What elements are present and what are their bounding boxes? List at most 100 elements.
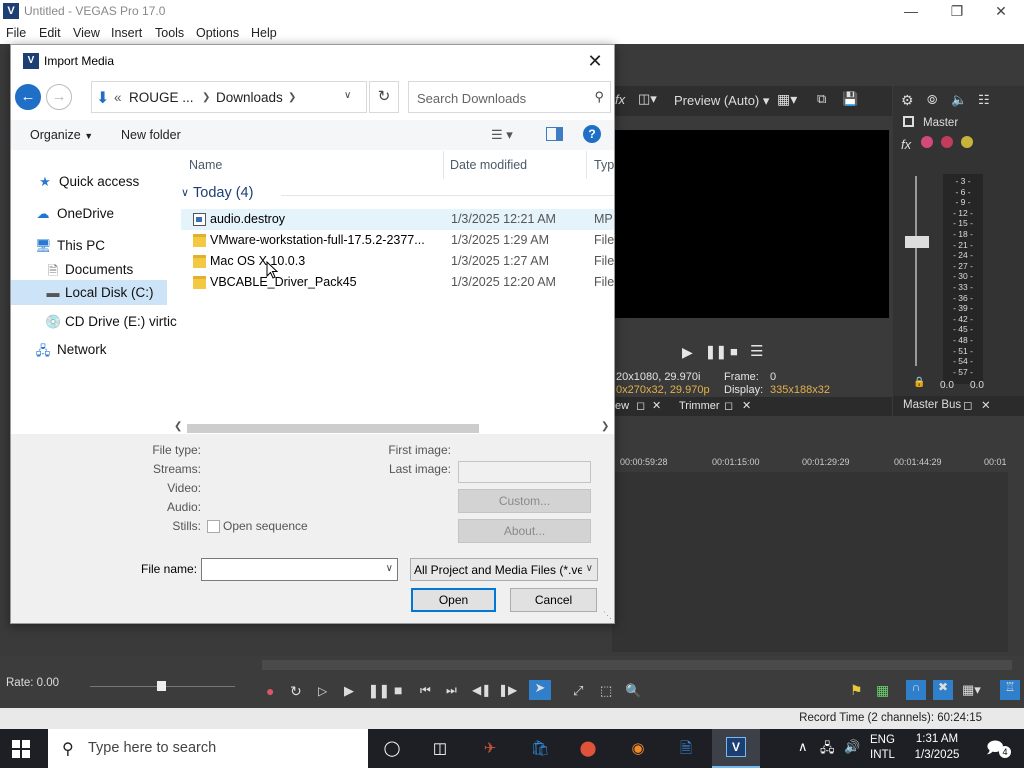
play-icon[interactable]: ▶ — [682, 344, 693, 361]
menu-edit[interactable]: Edit — [39, 26, 61, 40]
change-view-icon[interactable]: ☰ ▾ — [491, 127, 513, 143]
nav-this-pc[interactable]: 🖥 This PC — [35, 235, 177, 257]
master-checkbox[interactable] — [903, 116, 914, 127]
transport-play-icon[interactable]: ▶ — [344, 683, 354, 699]
cancel-button[interactable]: Cancel — [510, 588, 597, 612]
taskbar-search-box[interactable]: ⚲ Type here to search — [48, 729, 368, 768]
column-type[interactable]: Typ — [594, 158, 614, 172]
chevron-down-icon[interactable]: ∨ — [386, 563, 393, 574]
game-app-icon[interactable]: ✈ — [478, 737, 502, 761]
chevron-up-icon[interactable]: ∧ — [798, 739, 808, 755]
grid-icon[interactable]: ▦▾ — [777, 91, 797, 108]
colorful-app-icon[interactable]: ⬤ — [576, 737, 600, 761]
transport-stop-icon[interactable]: ■ — [394, 682, 402, 698]
nav-onedrive[interactable]: ☁ OneDrive — [35, 203, 177, 225]
menu-view[interactable]: View — [73, 26, 100, 40]
tab-trimmer[interactable]: Trimmer — [679, 400, 720, 412]
transport-pause-icon[interactable]: ❚❚ — [368, 683, 390, 699]
trimmer-restore-icon[interactable]: ◻ — [724, 399, 733, 412]
preview-pane-icon[interactable] — [546, 127, 563, 141]
split-screen-icon[interactable]: ◫▾ — [638, 91, 657, 107]
network-tray-icon[interactable]: 🖧 — [820, 739, 835, 761]
speaker-icon[interactable]: 🔈 — [951, 92, 967, 108]
breadcrumb-root[interactable]: ROUGE ... — [129, 90, 194, 105]
collapse-chevron-icon[interactable]: ∨ — [181, 186, 189, 199]
organize-button[interactable]: Organize ▼ — [30, 128, 93, 142]
lock-icon[interactable]: 🔒 — [913, 377, 925, 388]
scroll-left-icon[interactable]: ❮ — [174, 421, 182, 432]
menu-tools[interactable]: Tools — [155, 26, 184, 40]
master-fader-handle[interactable] — [905, 236, 929, 248]
auto-crossfade-icon[interactable]: ✖ — [933, 680, 953, 700]
gear-icon[interactable]: ⚙ — [901, 92, 914, 109]
new-folder-button[interactable]: New folder — [121, 128, 181, 142]
open-sequence-checkbox[interactable] — [207, 520, 220, 533]
master-fx-icon[interactable]: fx — [901, 137, 911, 152]
task-view-icon[interactable]: ◫ — [428, 737, 452, 761]
column-name[interactable]: Name — [189, 158, 222, 172]
tab-video-preview[interactable]: ew — [615, 400, 629, 412]
nav-quick-access[interactable]: ★ Quick access — [37, 171, 177, 193]
lock-envelopes-icon[interactable]: ♖ — [1000, 680, 1020, 700]
nav-documents[interactable]: 🗎 Documents — [45, 259, 177, 281]
resize-grip-icon[interactable]: ⋱ — [603, 610, 612, 621]
nav-network[interactable]: 🖧 Network — [35, 339, 177, 361]
previous-frame-icon[interactable]: ◀❚ — [472, 683, 491, 697]
open-button[interactable]: Open — [411, 588, 496, 612]
horizontal-scrollbar[interactable]: ❮ ❯ — [171, 421, 614, 435]
normal-edit-tool-icon[interactable]: ➤ — [529, 680, 551, 700]
tab-restore-icon[interactable]: ◻ — [636, 399, 645, 412]
firefox-icon[interactable]: ◉ — [626, 737, 650, 761]
fx-icon[interactable]: fx — [615, 92, 625, 107]
chevron-down-icon[interactable]: ∨ — [586, 563, 593, 574]
file-row[interactable]: Mac OS X 10.0.3 1/3/2025 1:27 AM File — [181, 251, 614, 272]
help-icon[interactable]: ? — [583, 125, 601, 143]
nav-cd-drive[interactable]: 💿 CD Drive (E:) virtic — [45, 311, 179, 333]
menu-icon[interactable]: ☰ — [750, 342, 763, 360]
store-icon[interactable]: 🛍 — [528, 737, 552, 761]
custom-button[interactable]: Custom... — [458, 489, 591, 513]
go-to-end-icon[interactable]: ⏭ — [446, 683, 457, 698]
clock-date[interactable]: 1/3/2025 — [910, 749, 964, 761]
file-row[interactable]: audio.destroy 1/3/2025 12:21 AM MP — [181, 209, 614, 230]
region-icon[interactable]: ▦ — [876, 682, 889, 699]
file-name-combobox[interactable]: ∨ — [201, 558, 398, 581]
back-button[interactable]: ← — [15, 84, 41, 110]
file-name-input[interactable] — [206, 562, 376, 577]
vegas-taskbar-button[interactable]: V — [712, 729, 760, 768]
column-divider[interactable] — [586, 151, 587, 179]
breadcrumb-separator-icon[interactable]: ❯ — [202, 92, 210, 103]
zoom-tool-icon[interactable]: 🔍 — [625, 683, 641, 699]
stop-icon[interactable]: ■ — [730, 344, 738, 359]
solo-icon[interactable] — [961, 136, 973, 148]
column-date-modified[interactable]: Date modified — [450, 158, 527, 172]
selection-tool-icon[interactable]: ⬚ — [600, 683, 612, 699]
last-image-field[interactable] — [458, 461, 591, 483]
preview-quality-dropdown[interactable]: Preview (Auto) ▾ — [674, 93, 769, 109]
search-input[interactable] — [417, 89, 587, 107]
snapping-icon[interactable]: ∩ — [906, 680, 926, 700]
pause-icon[interactable]: ❚❚ — [705, 344, 727, 360]
column-divider[interactable] — [443, 151, 444, 179]
ripple-edit-icon[interactable]: ▦▾ — [962, 682, 981, 698]
next-frame-icon[interactable]: ❚▶ — [498, 683, 517, 697]
automation-icon[interactable] — [921, 136, 933, 148]
menu-options[interactable]: Options — [196, 26, 239, 40]
start-button[interactable] — [12, 740, 30, 758]
breadcrumb-downloads[interactable]: Downloads — [216, 90, 283, 105]
master-tab-restore-icon[interactable]: ◻ — [963, 398, 973, 412]
tab-close-icon[interactable]: ✕ — [652, 399, 661, 412]
breadcrumb-overflow-icon[interactable]: « — [114, 90, 122, 105]
forward-button[interactable]: → — [46, 84, 72, 110]
timeline-scrollbar[interactable] — [262, 660, 1012, 670]
maximize-button[interactable]: ❐ — [934, 0, 980, 22]
scrollbar-thumb[interactable] — [187, 424, 479, 433]
master-tab-close-icon[interactable]: ✕ — [981, 398, 991, 412]
save-snapshot-icon[interactable]: 💾 — [842, 91, 858, 107]
file-row[interactable]: VBCABLE_Driver_Pack45 1/3/2025 12:20 AM … — [181, 272, 614, 293]
menu-help[interactable]: Help — [251, 26, 277, 40]
volume-icon[interactable]: 🔊 — [844, 739, 860, 755]
mixer-icon[interactable]: ☷ — [978, 92, 990, 108]
mute-icon[interactable] — [941, 136, 953, 148]
menu-file[interactable]: File — [6, 26, 26, 40]
